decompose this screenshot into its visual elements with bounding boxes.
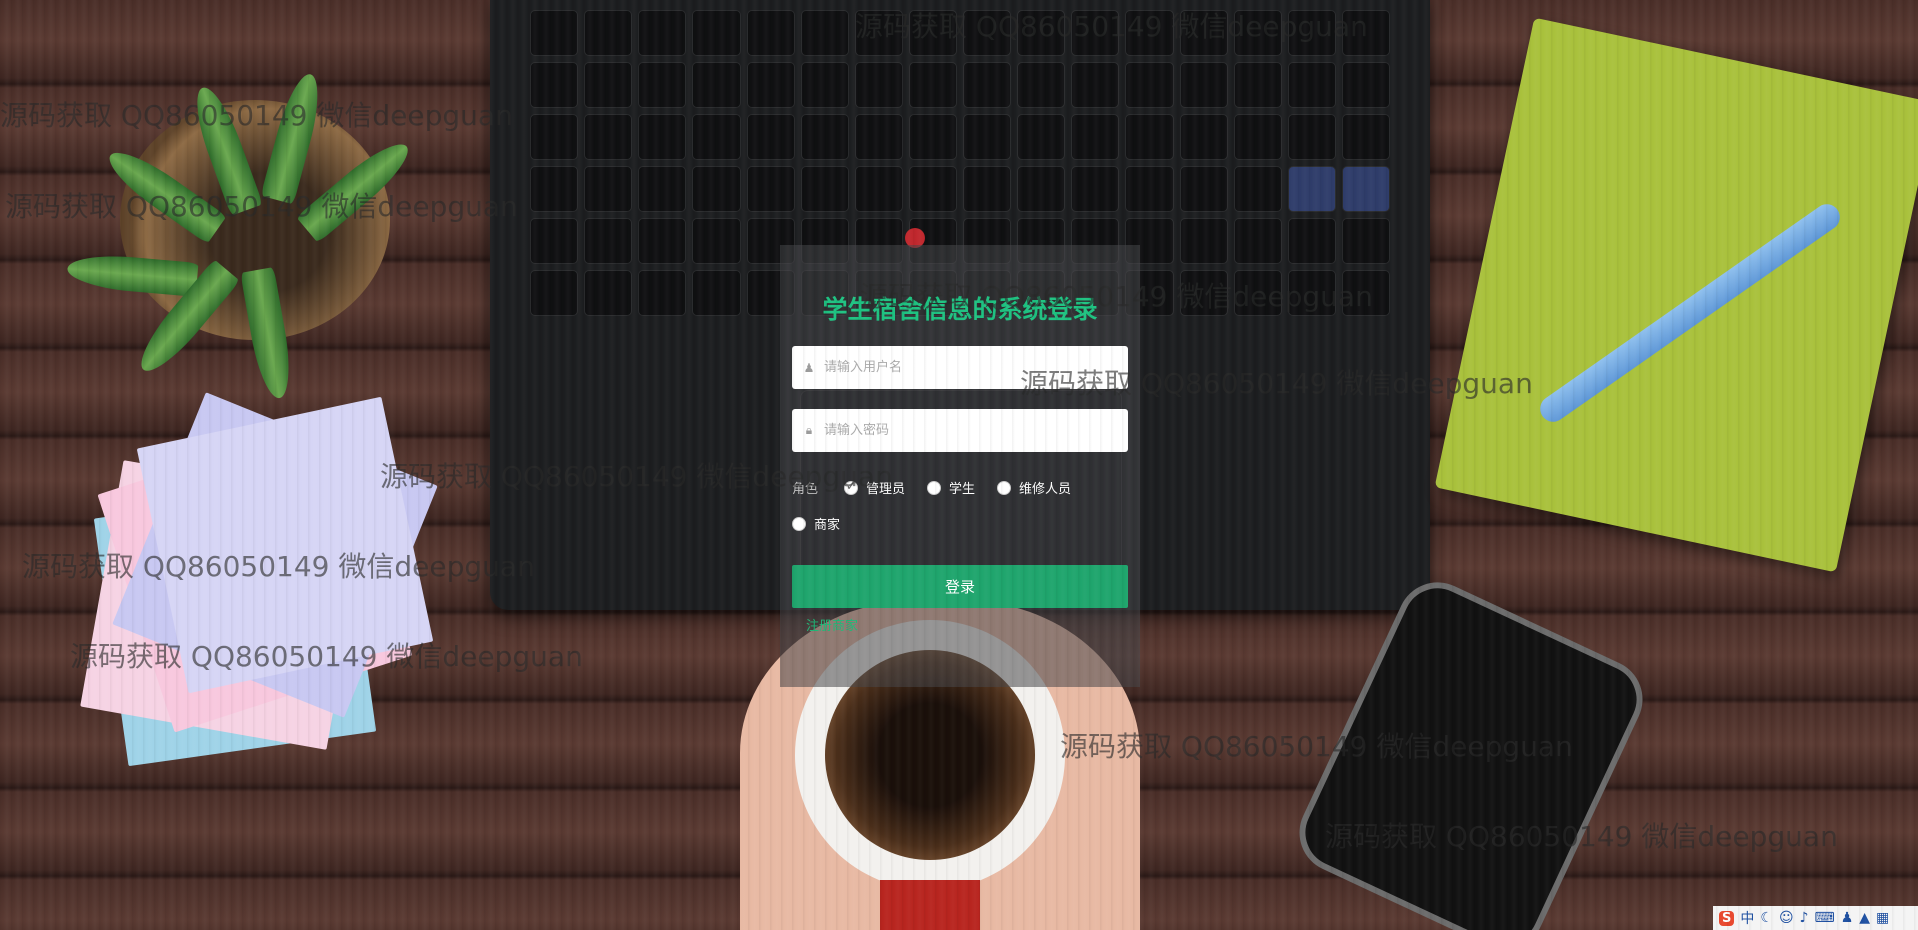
language-toggle[interactable]: 中 (1740, 908, 1754, 928)
username-input[interactable] (816, 345, 1128, 390)
radio-icon[interactable] (792, 516, 806, 531)
username-field[interactable]: ♟ (792, 345, 1128, 390)
sticky-notes-image (80, 392, 438, 767)
role-option-merchant[interactable]: 商家 (792, 514, 840, 533)
role-option-admin[interactable]: 管理员 (844, 478, 905, 497)
moon-icon[interactable]: ☾ (1760, 910, 1773, 926)
ime-logo-icon[interactable]: S (1719, 910, 1735, 926)
ime-tray: S 中 ☾ ☺ ♪ ⌨ ♟ ▲ ▦ (1713, 906, 1918, 930)
radio-icon[interactable] (927, 480, 942, 495)
login-title: 学生宿舍信息的系统登录 (822, 295, 1098, 324)
radio-icon[interactable] (997, 480, 1012, 495)
person-icon[interactable]: ♟ (1841, 910, 1854, 926)
role-option-label: 学生 (949, 482, 976, 497)
grid-icon[interactable]: ▦ (1876, 910, 1889, 926)
cup-base-image (880, 880, 980, 930)
keyboard-icon[interactable]: ⌨ (1814, 910, 1834, 926)
role-label: 角色 (792, 482, 819, 497)
role-option-label: 维修人员 (1019, 482, 1072, 497)
role-option-maintenance[interactable]: 维修人员 (997, 478, 1071, 497)
notebook-image (1434, 17, 1918, 573)
radio-checked-icon[interactable] (844, 479, 859, 495)
role-selector: 角色 管理员 学生 维修人员 (792, 478, 1093, 498)
login-button[interactable]: 登录 (792, 565, 1128, 608)
role-option-label: 商家 (814, 518, 841, 533)
password-input[interactable] (816, 408, 1128, 453)
role-option-label: 管理员 (866, 482, 906, 497)
password-field[interactable]: 🔒︎ (792, 408, 1128, 453)
role-option-student[interactable]: 学生 (927, 478, 975, 497)
phone-image (1286, 569, 1656, 930)
user-icon: ♟ (803, 360, 815, 375)
login-page: 学生宿舍信息的系统登录 ♟ 🔒︎ 角色 管理员 学生 维修人员 (0, 0, 1918, 930)
mic-icon[interactable]: ♪ (1800, 910, 1809, 926)
lock-icon: 🔒︎ (805, 423, 813, 437)
role-selector-row-2: 商家 (792, 514, 862, 533)
register-merchant-link[interactable]: 注册商家 (806, 615, 858, 634)
login-panel: 学生宿舍信息的系统登录 ♟ 🔒︎ 角色 管理员 学生 维修人员 (780, 245, 1140, 687)
emoji-icon[interactable]: ☺ (1779, 910, 1794, 926)
shirt-icon[interactable]: ▲ (1859, 910, 1870, 926)
plant-image (66, 70, 418, 401)
